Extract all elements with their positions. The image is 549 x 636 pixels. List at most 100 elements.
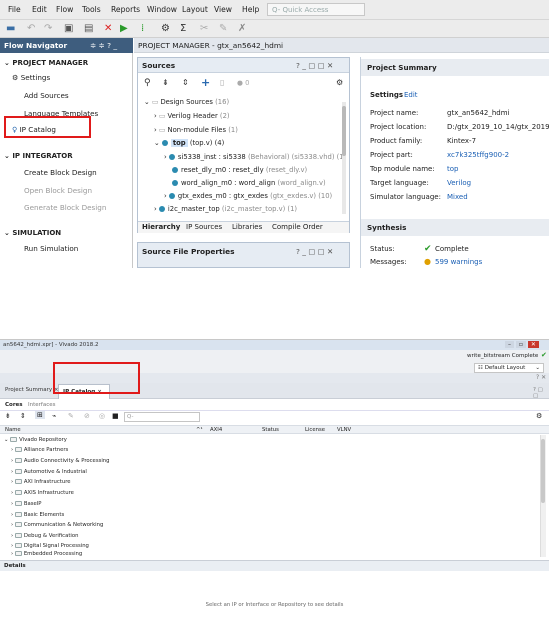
menu-flow[interactable]: Flow (56, 5, 73, 14)
tree-i2c-master[interactable]: › i2c_master_top (i2c_master_top.v) (1) (154, 205, 297, 213)
flow-item-settings[interactable]: ⚙ Settings (12, 73, 50, 82)
section-simulation[interactable]: ⌄ SIMULATION (4, 229, 61, 237)
menu-edit[interactable]: Edit (32, 5, 47, 14)
flow-item-run-simulation[interactable]: Run Simulation (24, 244, 78, 253)
ip-list-scroll-thumb[interactable] (541, 439, 545, 503)
properties-icon[interactable]: ▯ (220, 78, 224, 87)
disable-icon[interactable]: ✗ (238, 23, 246, 34)
table-row[interactable]: › Embedded Processing (0, 551, 549, 559)
redo-icon[interactable]: ↷ (44, 23, 52, 34)
collapse-all-icon[interactable]: ⇟ (5, 412, 11, 420)
flow-item-add-sources[interactable]: Add Sources (24, 91, 69, 100)
simulator-language-link[interactable]: Mixed (447, 193, 468, 201)
stop-icon[interactable]: ■ (112, 412, 119, 420)
section-ip-integrator[interactable]: ⌄ IP INTEGRATOR (4, 152, 73, 160)
tree-top-module[interactable]: ⌄ top (top.v) (4) (154, 139, 224, 147)
top-module-link[interactable]: top (447, 165, 458, 173)
column-vlnv[interactable]: VLNV (337, 427, 351, 433)
sources-scroll-thumb[interactable] (342, 106, 346, 156)
minimize-icon[interactable]: – (505, 341, 514, 348)
tree-child-word-align[interactable]: word_align_m0 : word_align (word_align.v… (172, 179, 326, 187)
table-row[interactable]: › Alliance Partners (0, 445, 549, 455)
table-row[interactable]: › Digital Signal Processing (0, 541, 549, 551)
layout-select[interactable]: ☷ Default Layout ⌄ (474, 363, 544, 373)
quick-access-search[interactable]: Q- Quick Access (267, 3, 365, 16)
tree-verilog-header[interactable]: › ▭ Verilog Header (2) (154, 112, 230, 120)
tab-controls-icon[interactable]: ? ▢ ▢ (533, 387, 549, 399)
settings-gear-icon[interactable]: ⚙ (161, 23, 170, 34)
flow-item-create-block-design[interactable]: Create Block Design (24, 168, 97, 177)
window-controls[interactable]: – ▫ ✕ (505, 341, 539, 348)
table-row[interactable]: › BaseIP (0, 499, 549, 509)
target-language-link[interactable]: Verilog (447, 179, 471, 187)
tab-libraries[interactable]: Libraries (232, 223, 262, 231)
connect-icon[interactable]: ⌁ (52, 412, 56, 420)
expand-all-icon[interactable]: ⇕ (20, 412, 26, 420)
menu-help[interactable]: Help (242, 5, 259, 14)
menu-window[interactable]: Window (147, 5, 177, 14)
tab-project-summary[interactable]: Project Summary × (5, 387, 59, 393)
info-icon[interactable]: ◎ (99, 412, 105, 420)
add-sources-icon[interactable]: + (201, 76, 210, 89)
tree-child-gtx-exdes[interactable]: › gtx_exdes_m0 : gtx_exdes (gtx_exdes.v)… (164, 192, 332, 200)
menu-view[interactable]: View (214, 5, 232, 14)
sort-icon[interactable]: ^¹ (196, 427, 203, 433)
table-row[interactable]: › Basic Elements (0, 510, 549, 520)
cross-probe-icon[interactable]: ✂ (200, 23, 208, 34)
ip-search-input[interactable]: Q- (124, 412, 200, 422)
open-project-icon[interactable]: ▬ (6, 23, 15, 34)
panel-controls-icon[interactable]: ? _ ▢ ▢ ✕ (296, 247, 333, 256)
close-icon[interactable]: ✕ (527, 341, 539, 348)
delete-icon[interactable]: ✕ (104, 23, 112, 34)
panel-controls-icon[interactable]: ? _ ▢ ▢ ✕ (296, 61, 333, 70)
menu-file[interactable]: File (8, 5, 21, 14)
search-icon[interactable]: ⚲ (144, 78, 151, 88)
edit-icon[interactable]: ✎ (219, 23, 227, 34)
paste-icon[interactable]: ▤ (84, 23, 93, 34)
tab-compile-order[interactable]: Compile Order (272, 223, 323, 231)
table-row[interactable]: › Debug & Verification (0, 531, 549, 541)
menu-tools[interactable]: Tools (82, 5, 101, 14)
link-icon[interactable]: ⊘ (84, 412, 90, 420)
flow-item-open-block-design[interactable]: Open Block Design (24, 186, 92, 195)
column-name[interactable]: Name (5, 427, 21, 433)
table-row[interactable]: ⌄ Vivado Repository (0, 435, 549, 445)
maximize-icon[interactable]: ▫ (515, 341, 526, 348)
table-row[interactable]: › Audio Connectivity & Processing (0, 456, 549, 466)
table-row[interactable]: › AXI Infrastructure (0, 477, 549, 487)
flow-item-generate-block-design[interactable]: Generate Block Design (24, 203, 106, 212)
sources-gear-icon[interactable]: ⚙ (336, 78, 343, 87)
tab-ip-sources[interactable]: IP Sources (186, 223, 222, 231)
section-project-manager[interactable]: ⌄ PROJECT MANAGER (4, 59, 88, 67)
program-icon[interactable]: ⁞ (141, 23, 144, 34)
messages-link[interactable]: 599 warnings (435, 258, 482, 266)
table-row[interactable]: › Communication & Networking (0, 520, 549, 530)
tree-child-si5338[interactable]: › si5338_inst : si5338 (Behavioral) (si5… (164, 153, 346, 161)
collapse-all-icon[interactable]: ⇟ (162, 78, 169, 87)
menu-layout[interactable]: Layout (182, 5, 208, 14)
header-controls-icon[interactable]: ≑ ≑ ? _ (90, 41, 117, 50)
tree-child-reset-dly[interactable]: reset_dly_m0 : reset_dly (reset_dly.v) (172, 166, 307, 174)
table-row[interactable]: › Automotive & Industrial (0, 467, 549, 477)
sigma-icon[interactable]: Σ (180, 23, 186, 34)
column-status[interactable]: Status (262, 427, 279, 433)
project-part-link[interactable]: xc7k325tffg900-2 (447, 151, 509, 159)
help-icon[interactable]: ? ✕ (536, 374, 546, 381)
tree-non-module-files[interactable]: › ▭ Non-module Files (1) (154, 126, 238, 134)
tree-design-sources[interactable]: ⌄ ▭ Design Sources (16) (144, 98, 229, 106)
gear-icon[interactable]: ⚙ (536, 412, 542, 420)
copy-icon[interactable]: ▣ (64, 23, 73, 34)
edit-link[interactable]: Edit (404, 91, 418, 99)
group-icon[interactable]: ⊞ (35, 411, 45, 419)
tab-hierarchy[interactable]: Hierarchy (142, 223, 180, 231)
undo-icon[interactable]: ↶ (27, 23, 35, 34)
column-axi4[interactable]: AXI4 (210, 427, 222, 433)
customize-icon[interactable]: ✎ (68, 412, 74, 420)
column-license[interactable]: License (305, 427, 325, 433)
expand-all-icon[interactable]: ⇕ (182, 78, 189, 87)
tab-cores[interactable]: Cores (5, 402, 23, 408)
menu-reports[interactable]: Reports (111, 5, 140, 14)
run-icon[interactable]: ▶ (120, 23, 128, 34)
table-row[interactable]: › AXIS Infrastructure (0, 488, 549, 498)
tab-interfaces[interactable]: Interfaces (28, 402, 56, 408)
